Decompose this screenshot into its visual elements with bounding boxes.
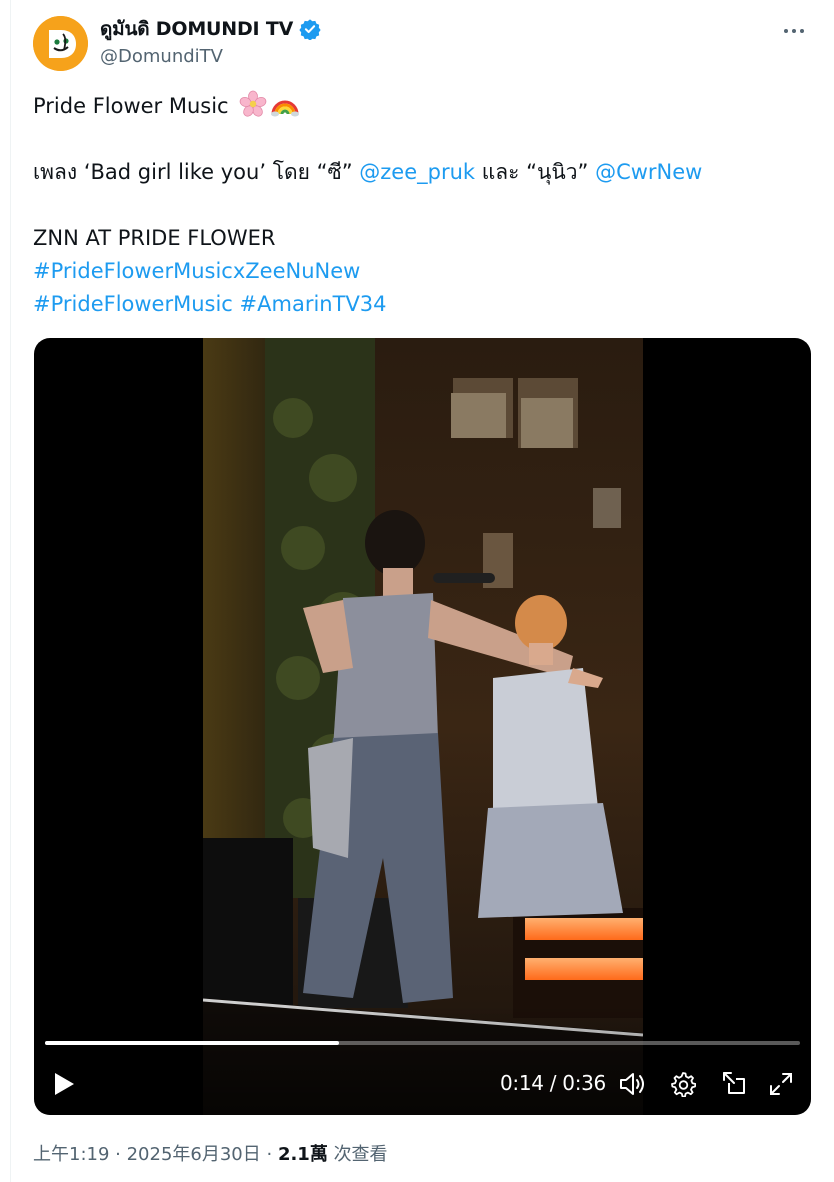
tweet-time[interactable]: 上午1:19 [33, 1144, 109, 1165]
views-label: 次查看 [333, 1144, 388, 1165]
mention-zee-pruk-link[interactable]: @zee_pruk [359, 160, 475, 184]
tweet-line-2-prefix: เพลง ‘Bad girl like you’ โดย “ซี” [33, 160, 360, 184]
play-icon [55, 1073, 74, 1095]
mention-cwrnew-link[interactable]: @CwrNew [595, 160, 702, 184]
volume-icon [620, 1073, 644, 1095]
hashtag-prideflowermusic-link[interactable]: #PrideFlowerMusic [33, 292, 233, 316]
views-count: 2.1萬 [277, 1144, 328, 1165]
tweet-line-1: Pride Flower Music [33, 90, 803, 123]
video-progress-fill [45, 1041, 339, 1045]
fullscreen-icon [770, 1073, 792, 1095]
gear-icon [671, 1072, 696, 1097]
tweet-line-4: #PrideFlowerMusicxZeeNuNew [33, 255, 803, 288]
hashtag-amarintv34-link[interactable]: #AmarinTV34 [240, 292, 387, 316]
tweet-line-2: เพลง ‘Bad girl like you’ โดย “ซี” @zee_p… [33, 156, 803, 189]
pip-button[interactable] [717, 1068, 749, 1100]
hashtag-prideflowermusicxzeenunew-link[interactable]: #PrideFlowerMusicxZeeNuNew [33, 259, 360, 283]
tweet-line-2-middle: และ “นุนิว” [475, 160, 596, 184]
settings-button[interactable] [667, 1068, 699, 1100]
tweet-line-3: ZNN AT PRIDE FLOWER [33, 226, 276, 250]
video-player[interactable]: 0:14 / 0:36 [34, 338, 811, 1115]
author-display-name[interactable]: ดูมันดิ DOMUNDI TV [100, 14, 293, 44]
video-progress-bar[interactable] [45, 1041, 800, 1045]
avatar[interactable] [33, 16, 88, 71]
video-time-display: 0:14 / 0:36 [500, 1071, 606, 1095]
verified-badge-icon[interactable] [299, 18, 321, 40]
cherry-blossom-icon [239, 90, 267, 117]
rainbow-icon [271, 100, 300, 117]
more-options-icon[interactable] [779, 18, 809, 44]
concert-video-still [203, 338, 643, 1115]
tweet-line-5: #PrideFlowerMusic #AmarinTV34 [33, 288, 803, 321]
tweet-date[interactable]: 2025年6月30日 [127, 1144, 261, 1165]
tweet-header: ดูมันดิ DOMUNDI TV @DomundiTV [33, 14, 813, 74]
timeline-divider [10, 0, 11, 1182]
video-frame[interactable] [203, 338, 643, 1115]
tweet-text: Pride Flower Music เพลง ‘Bad girl like y… [33, 90, 803, 321]
picture-in-picture-icon [723, 1072, 745, 1094]
volume-button[interactable] [617, 1068, 649, 1100]
author-handle[interactable]: @DomundiTV [100, 46, 321, 67]
tweet-meta: 上午1:19 · 2025年6月30日 · 2.1萬 次查看 [33, 1144, 388, 1165]
tweet-line-1-text: Pride Flower Music [33, 94, 229, 118]
fullscreen-button[interactable] [765, 1068, 797, 1100]
play-button[interactable] [48, 1068, 80, 1100]
domundi-logo-icon [33, 16, 88, 71]
